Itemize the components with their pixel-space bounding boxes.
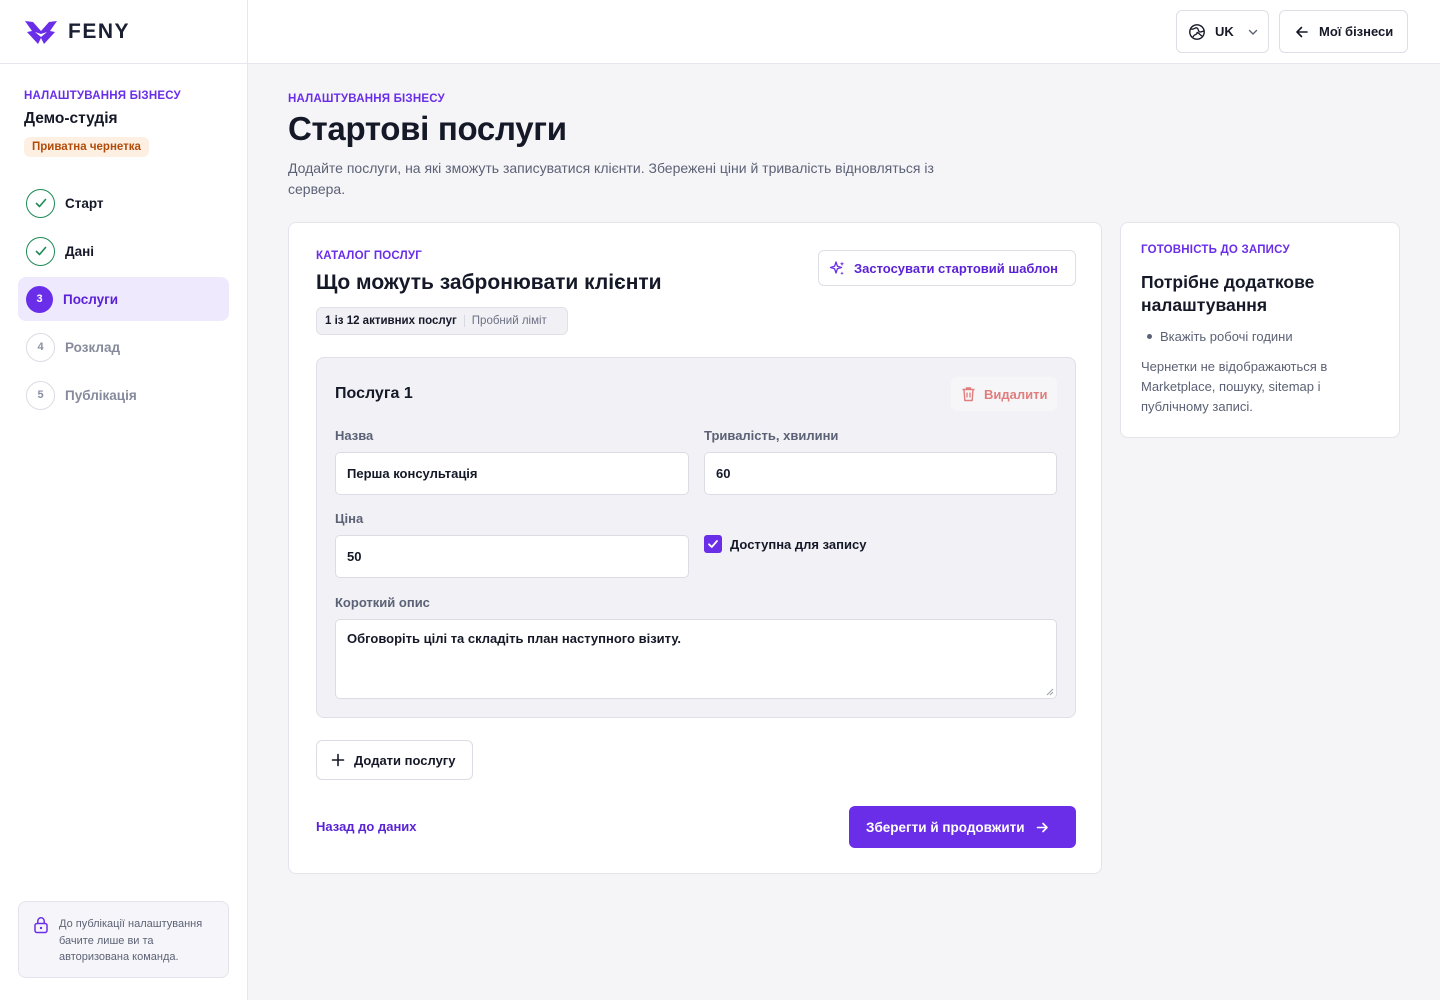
add-service-label: Додати послугу	[354, 752, 456, 768]
privacy-note-text: До публікації налаштування бачите лише в…	[59, 918, 203, 963]
sidebar: FENY НАЛАШТУВАННЯ БІЗНЕСУ Демо-студія Пр…	[0, 0, 248, 1000]
step-schedule[interactable]: 4 Розклад	[18, 325, 229, 369]
available-toggle[interactable]: Доступна для запису	[704, 535, 866, 553]
readiness-note: Чернетки не відображаються в Marketplace…	[1141, 359, 1328, 414]
bullet-icon	[1147, 334, 1152, 339]
language-select[interactable]: UK	[1176, 10, 1269, 53]
add-service-button[interactable]: Додати послугу	[316, 740, 473, 780]
step-data[interactable]: Дані	[18, 229, 229, 273]
arrow-left-icon	[1296, 26, 1308, 37]
step-label: Розклад	[65, 339, 121, 355]
setup-steps: Старт Дані 3 Послуги 4 Розклад 5 Публіка…	[0, 181, 247, 417]
feny-logo-icon	[25, 20, 57, 44]
service-name-input[interactable]: Перша консультація	[335, 452, 689, 495]
services-card: КАТАЛОГ ПОСЛУГ Що можуть забронювати клі…	[288, 222, 1102, 874]
checkmark-icon	[708, 540, 718, 548]
step-label: Публікація	[65, 387, 137, 403]
price-input[interactable]: 50	[335, 535, 689, 578]
plus-icon	[331, 753, 345, 767]
trash-icon	[962, 387, 975, 402]
catalog-eyebrow: КАТАЛОГ ПОСЛУГ	[316, 250, 422, 262]
language-code: UK	[1215, 24, 1234, 39]
step-publish[interactable]: 5 Публікація	[18, 373, 229, 417]
readiness-title: Потрібне додаткове налаштування	[1141, 272, 1315, 315]
apply-template-button[interactable]: Застосувати стартовий шаблон	[818, 250, 1076, 286]
save-continue-button[interactable]: Зберегти й продовжити	[849, 806, 1076, 848]
business-name: Демо-студія	[24, 110, 118, 127]
duration-input[interactable]: 60	[704, 452, 1057, 495]
sidebar-eyebrow: НАЛАШТУВАННЯ БІЗНЕСУ	[24, 90, 181, 102]
service-item: Послуга 1 Видалити Назва Перша консульта…	[316, 357, 1076, 718]
privacy-note: До публікації налаштування бачите лише в…	[18, 901, 229, 978]
step-number: 4	[26, 332, 55, 362]
lock-icon	[34, 917, 48, 934]
top-bar: UK Мої бізнеси	[248, 0, 1440, 64]
apply-template-label: Застосувати стартовий шаблон	[854, 260, 1059, 276]
globe-icon	[1189, 23, 1205, 40]
step-label: Дані	[65, 243, 95, 259]
delete-label: Видалити	[984, 386, 1048, 402]
step-label: Старт	[65, 195, 104, 211]
arrow-right-icon	[1036, 822, 1048, 832]
available-checkbox[interactable]	[704, 535, 722, 553]
description-value: Обговоріть цілі та складіть план наступн…	[347, 631, 682, 646]
trial-limit-label: Пробний ліміт	[471, 315, 547, 327]
step-number: 5	[26, 380, 55, 410]
page-eyebrow: НАЛАШТУВАННЯ БІЗНЕСУ	[288, 93, 445, 105]
page-title: Стартові послуги	[288, 110, 567, 147]
readiness-card: ГОТОВНІСТЬ ДО ЗАПИСУ Потрібне додаткове …	[1120, 222, 1400, 438]
back-to-data-link[interactable]: Назад до даних	[316, 819, 417, 834]
check-icon	[26, 236, 55, 266]
page-description: Додайте послуги, на які зможуть записува…	[288, 160, 934, 197]
check-icon	[26, 188, 55, 218]
sparkles-icon	[829, 260, 845, 275]
my-businesses-label: Мої бізнеси	[1319, 24, 1394, 39]
step-services[interactable]: 3 Послуги	[18, 277, 229, 321]
service-title: Послуга 1	[335, 385, 413, 402]
duration-label: Тривалість, хвилини	[704, 428, 839, 443]
draft-badge: Приватна чернетка	[24, 137, 149, 157]
description-textarea[interactable]: Обговоріть цілі та складіть план наступн…	[335, 619, 1057, 699]
step-start[interactable]: Старт	[18, 181, 229, 225]
readiness-list: Вкажіть робочі години	[1141, 329, 1293, 344]
name-label: Назва	[335, 428, 374, 443]
brand-name: FENY	[68, 19, 131, 43]
delete-service-button[interactable]: Видалити	[951, 377, 1057, 411]
description-label: Короткий опис	[335, 595, 430, 610]
chevron-down-icon	[1248, 29, 1257, 35]
catalog-title: Що можуть забронювати клієнти	[316, 271, 662, 294]
resize-grip-icon[interactable]	[1045, 687, 1054, 696]
service-limit-pill: 1 із 12 активних послуг Пробний ліміт	[316, 307, 568, 335]
readiness-eyebrow: ГОТОВНІСТЬ ДО ЗАПИСУ	[1141, 244, 1290, 256]
active-services-count: 1 із 12 активних послуг	[325, 315, 465, 327]
logo[interactable]: FENY	[0, 0, 247, 64]
readiness-item: Вкажіть робочі години	[1160, 329, 1293, 344]
price-label: Ціна	[335, 511, 364, 526]
step-number: 3	[26, 285, 53, 313]
save-continue-label: Зберегти й продовжити	[866, 819, 1025, 835]
my-businesses-button[interactable]: Мої бізнеси	[1279, 10, 1408, 53]
step-label: Послуги	[63, 291, 119, 307]
available-label: Доступна для запису	[730, 536, 867, 552]
